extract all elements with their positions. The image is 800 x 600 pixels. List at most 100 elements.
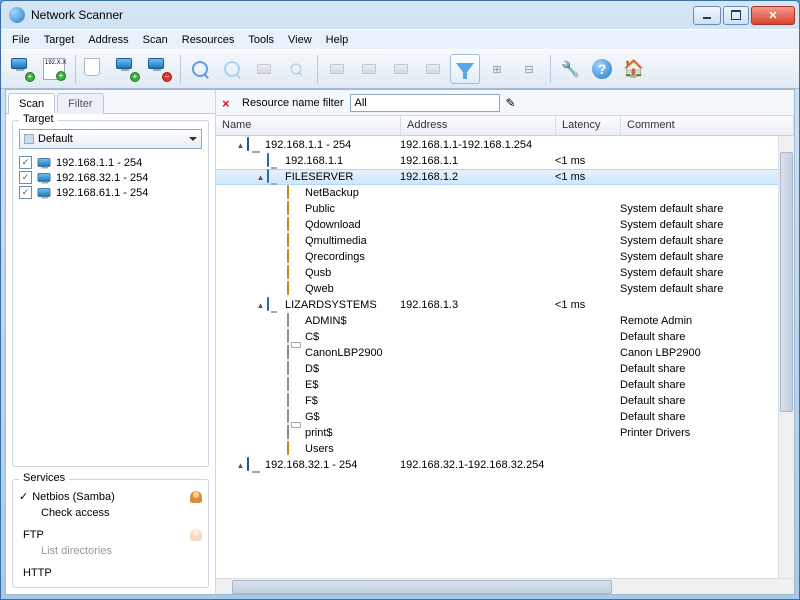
tree-row[interactable]: F$Default share <box>216 393 794 409</box>
expand-icon[interactable] <box>276 285 285 294</box>
tb-f3[interactable] <box>386 54 416 84</box>
menu-scan[interactable]: Scan <box>136 32 175 48</box>
tree-row[interactable]: CanonLBP2900Canon LBP2900 <box>216 345 794 361</box>
expand-icon[interactable] <box>276 349 285 358</box>
expand-icon[interactable] <box>276 189 285 198</box>
tb-home[interactable]: 🏠 <box>619 54 649 84</box>
tree-row[interactable]: ▲192.168.1.1 - 254192.168.1.1-192.168.1.… <box>216 137 794 153</box>
tb-f2[interactable] <box>354 54 384 84</box>
titlebar[interactable]: Network Scanner ✕ <box>1 1 799 29</box>
results-tree[interactable]: ▲192.168.1.1 - 254192.168.1.1-192.168.1.… <box>216 136 794 578</box>
menu-file[interactable]: File <box>5 32 37 48</box>
tree-row[interactable]: C$Default share <box>216 329 794 345</box>
col-comment[interactable]: Comment <box>621 116 794 135</box>
tb-f4[interactable] <box>418 54 448 84</box>
expand-icon[interactable]: ▲ <box>256 173 265 182</box>
tb-f1[interactable] <box>322 54 352 84</box>
tree-row[interactable]: QrecordingsSystem default share <box>216 249 794 265</box>
service-sub[interactable]: List directories <box>19 543 202 559</box>
tb-tree2[interactable]: ⊟ <box>514 54 544 84</box>
range-row[interactable]: ✓ 192.168.32.1 - 254 <box>19 170 202 185</box>
expand-icon[interactable] <box>276 397 285 406</box>
tb-add-targets[interactable]: + <box>7 54 37 84</box>
tb-tree1[interactable]: ⊞ <box>482 54 512 84</box>
menu-address[interactable]: Address <box>81 32 135 48</box>
tree-row[interactable]: ADMIN$Remote Admin <box>216 313 794 329</box>
col-name[interactable]: Name <box>216 116 401 135</box>
expand-icon[interactable] <box>276 253 285 262</box>
close-button[interactable]: ✕ <box>751 6 795 25</box>
tree-row[interactable]: G$Default share <box>216 409 794 425</box>
tb-search-folder[interactable] <box>281 54 311 84</box>
expand-icon[interactable]: ▲ <box>256 301 265 310</box>
tb-help[interactable]: ? <box>587 54 617 84</box>
checkbox-icon[interactable]: ✓ <box>19 490 28 503</box>
expand-icon[interactable]: ▲ <box>236 141 245 150</box>
tb-filter[interactable] <box>450 54 480 84</box>
menu-resources[interactable]: Resources <box>175 32 242 48</box>
expand-icon[interactable] <box>276 429 285 438</box>
expand-icon[interactable]: ▲ <box>236 461 245 470</box>
tree-row[interactable]: E$Default share <box>216 377 794 393</box>
tree-row[interactable]: NetBackup <box>216 185 794 201</box>
tree-row[interactable]: ▲LIZARDSYSTEMS192.168.1.3<1 ms <box>216 297 794 313</box>
target-combo[interactable]: Default <box>19 129 202 149</box>
tree-row[interactable]: 192.168.1.1192.168.1.1<1 ms <box>216 153 794 169</box>
minimize-button[interactable] <box>693 6 721 25</box>
checkbox-icon[interactable]: ✓ <box>19 156 32 169</box>
expand-icon[interactable] <box>276 413 285 422</box>
menu-view[interactable]: View <box>281 32 319 48</box>
expand-icon[interactable] <box>276 317 285 326</box>
tree-row[interactable]: QmultimediaSystem default share <box>216 233 794 249</box>
service-sub[interactable]: Check access <box>19 505 202 521</box>
service-ftp[interactable]: FTP <box>19 527 202 543</box>
tb-scan[interactable] <box>185 54 215 84</box>
expand-icon[interactable] <box>276 445 285 454</box>
filter-close-icon[interactable]: × <box>222 96 236 110</box>
tb-export1[interactable] <box>249 54 279 84</box>
tree-row[interactable]: ▲FILESERVER192.168.1.2<1 ms <box>216 169 794 185</box>
service-netbios[interactable]: ✓ Netbios (Samba) <box>19 488 202 505</box>
h-scrollbar[interactable] <box>216 578 794 594</box>
expand-icon[interactable] <box>276 269 285 278</box>
tb-add-computer[interactable]: + <box>112 54 142 84</box>
scrollbar-thumb[interactable] <box>232 580 612 594</box>
range-row[interactable]: ✓ 192.168.61.1 - 254 <box>19 185 202 200</box>
expand-icon[interactable] <box>276 365 285 374</box>
menu-target[interactable]: Target <box>37 32 82 48</box>
tree-row[interactable]: D$Default share <box>216 361 794 377</box>
filter-edit-icon[interactable]: ✎ <box>506 96 516 110</box>
expand-icon[interactable] <box>256 157 265 166</box>
tree-row[interactable]: print$Printer Drivers <box>216 425 794 441</box>
filter-combo[interactable]: All <box>350 94 500 112</box>
tree-row[interactable]: QusbSystem default share <box>216 265 794 281</box>
expand-icon[interactable] <box>276 221 285 230</box>
checkbox-icon[interactable]: ✓ <box>19 186 32 199</box>
menu-tools[interactable]: Tools <box>241 32 281 48</box>
expand-icon[interactable] <box>276 333 285 342</box>
tree-row[interactable]: QwebSystem default share <box>216 281 794 297</box>
tb-import[interactable] <box>80 54 110 84</box>
tb-remove-computer[interactable]: − <box>144 54 174 84</box>
expand-icon[interactable] <box>276 205 285 214</box>
scrollbar-thumb[interactable] <box>780 152 793 412</box>
tb-settings[interactable] <box>555 54 585 84</box>
col-latency[interactable]: Latency <box>556 116 621 135</box>
tab-filter[interactable]: Filter <box>57 93 103 114</box>
tree-row[interactable]: PublicSystem default share <box>216 201 794 217</box>
tree-row[interactable]: QdownloadSystem default share <box>216 217 794 233</box>
expand-icon[interactable] <box>276 381 285 390</box>
service-http[interactable]: HTTP <box>19 565 202 581</box>
tb-add-range[interactable]: 192.X.X+ <box>39 54 69 84</box>
checkbox-icon[interactable]: ✓ <box>19 171 32 184</box>
tb-rescan[interactable] <box>217 54 247 84</box>
tree-row[interactable]: ▲192.168.32.1 - 254192.168.32.1-192.168.… <box>216 457 794 473</box>
menu-help[interactable]: Help <box>319 32 356 48</box>
v-scrollbar[interactable] <box>778 136 794 578</box>
range-row[interactable]: ✓ 192.168.1.1 - 254 <box>19 155 202 170</box>
tab-scan[interactable]: Scan <box>8 93 55 114</box>
tree-row[interactable]: Users <box>216 441 794 457</box>
expand-icon[interactable] <box>276 237 285 246</box>
maximize-button[interactable] <box>723 6 749 25</box>
col-address[interactable]: Address <box>401 116 556 135</box>
